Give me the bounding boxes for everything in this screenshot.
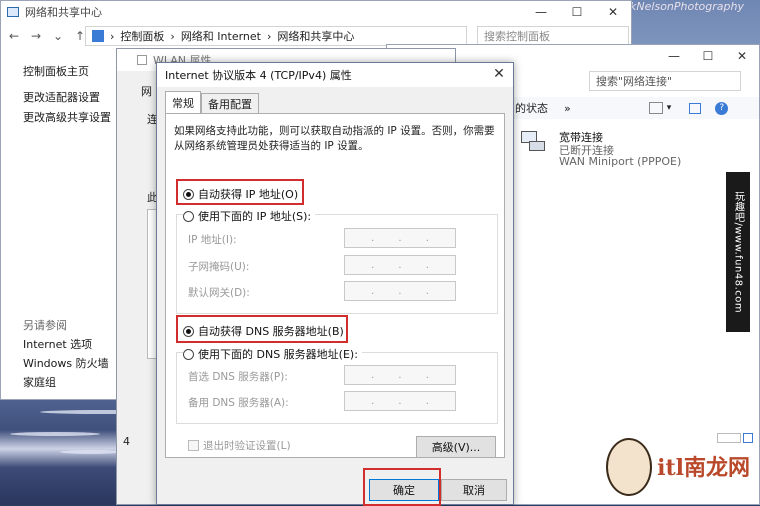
control-panel-icon [92, 30, 104, 42]
dialog-titlebar: Internet 协议版本 4 (TCP/IPv4) 属性 [157, 63, 513, 87]
help-icon[interactable]: ? [715, 101, 729, 115]
breadcrumb-item[interactable]: 网络和共享中心 [277, 28, 354, 44]
ip-address-input[interactable]: ... [344, 228, 456, 248]
minimize-icon[interactable]: — [657, 45, 691, 67]
subnet-mask-input[interactable]: ... [344, 255, 456, 275]
manual-ip-radio[interactable]: 使用下面的 IP 地址(S): [183, 208, 316, 224]
chevron-down-icon[interactable]: ▾ [667, 103, 672, 113]
ip-address-label: IP 地址(I): [188, 234, 237, 246]
highlight-box [176, 179, 304, 205]
view-options-icon[interactable] [648, 102, 663, 114]
validate-checkbox[interactable]: 退出时验证设置(L) [188, 438, 291, 453]
back-icon[interactable]: ← [7, 29, 21, 43]
connection-device: WAN Miniport (PPPOE) [559, 155, 682, 168]
toolbar-more[interactable]: » [564, 102, 571, 115]
dns-settings-group [176, 352, 498, 424]
close-icon[interactable]: ✕ [725, 45, 759, 67]
sidebar-item-home[interactable]: 控制面板主页 [23, 63, 89, 79]
sidebar-item-sharing[interactable]: 更改高级共享设置 [23, 109, 111, 125]
network-icon [7, 7, 19, 17]
address-bar[interactable]: › 控制面板 › 网络和 Internet › 网络和共享中心 [85, 26, 467, 46]
sidebar-item-adapter[interactable]: 更改适配器设置 [23, 89, 100, 105]
window-title: 网络和共享中心 [25, 6, 102, 19]
desktop-brand: rkNelsonPhotography [625, 0, 744, 13]
broadband-connection-icon[interactable] [519, 129, 549, 155]
manual-ip-label: 使用下面的 IP 地址(S): [198, 210, 312, 223]
tab-alternate-config[interactable]: 备用配置 [201, 93, 259, 113]
wlan-icon [137, 55, 147, 65]
watermark-logo: itl南龙网 [657, 455, 750, 481]
radio-unselected-icon [183, 348, 194, 360]
subnet-mask-label: 子网掩码(U): [188, 261, 250, 273]
breadcrumb-item[interactable]: 网络和 Internet [181, 28, 261, 44]
checkbox-icon [188, 440, 199, 451]
cancel-button[interactable]: 取消 [441, 479, 507, 501]
preferred-dns-input[interactable]: ... [344, 365, 456, 385]
gateway-label: 默认网关(D): [188, 287, 250, 299]
manual-dns-radio[interactable]: 使用下面的 DNS 服务器地址(E): [183, 346, 362, 362]
radio-unselected-icon [183, 210, 194, 222]
watermark-vertical: 玩趣吧/www.fun48.com [726, 172, 750, 332]
validate-label: 退出时验证设置(L) [203, 440, 291, 452]
highlight-box [363, 468, 441, 506]
dialog-title: Internet 协议版本 4 (TCP/IPv4) 属性 [165, 69, 352, 82]
manual-dns-label: 使用下面的 DNS 服务器地址(E): [198, 348, 358, 361]
general-panel: 如果网络支持此功能，则可以获取自动指派的 IP 设置。否则，你需要从网络系统管理… [165, 113, 505, 458]
forward-icon[interactable]: → [29, 29, 43, 43]
details-view-icon[interactable] [717, 433, 741, 443]
ipv4-properties-dialog: Internet 协议版本 4 (TCP/IPv4) 属性 ✕ 常规 备用配置 … [156, 62, 514, 506]
tab-general[interactable]: 常规 [165, 91, 201, 113]
search-input[interactable]: 搜索控制面板 [477, 26, 629, 46]
gateway-input[interactable]: ... [344, 281, 456, 301]
breadcrumb-item[interactable]: 控制面板 [120, 28, 164, 44]
description-text: 如果网络支持此功能，则可以获取自动指派的 IP 设置。否则，你需要从网络系统管理… [174, 125, 495, 152]
advanced-button[interactable]: 高级(V)... [416, 436, 496, 458]
partial-text: 4 [123, 435, 130, 448]
preview-pane-icon[interactable] [689, 102, 702, 114]
chevron-down-icon[interactable]: ⌄ [51, 29, 65, 43]
alternate-dns-input[interactable]: ... [344, 391, 456, 411]
close-icon[interactable]: ✕ [595, 1, 631, 23]
alternate-dns-label: 备用 DNS 服务器(A): [188, 397, 289, 409]
highlight-box [176, 315, 348, 343]
search-input[interactable]: 搜索"网络连接" [589, 71, 741, 91]
see-also-firewall[interactable]: Windows 防火墙 [23, 355, 109, 371]
see-also-homegroup[interactable]: 家庭组 [23, 374, 56, 390]
see-also-internet-options[interactable]: Internet 选项 [23, 336, 92, 352]
maximize-icon[interactable]: ☐ [691, 45, 725, 67]
watermark-face-logo [606, 438, 652, 496]
close-icon[interactable]: ✕ [491, 66, 507, 82]
tab-network[interactable]: 网 [141, 83, 152, 99]
preferred-dns-label: 首选 DNS 服务器(P): [188, 371, 288, 383]
large-icons-view-icon[interactable] [743, 433, 753, 443]
see-also-heading: 另请参阅 [23, 319, 67, 332]
minimize-icon[interactable]: — [523, 1, 559, 23]
toolbar-status[interactable]: 的状态 [515, 100, 548, 116]
maximize-icon[interactable]: ☐ [559, 1, 595, 23]
